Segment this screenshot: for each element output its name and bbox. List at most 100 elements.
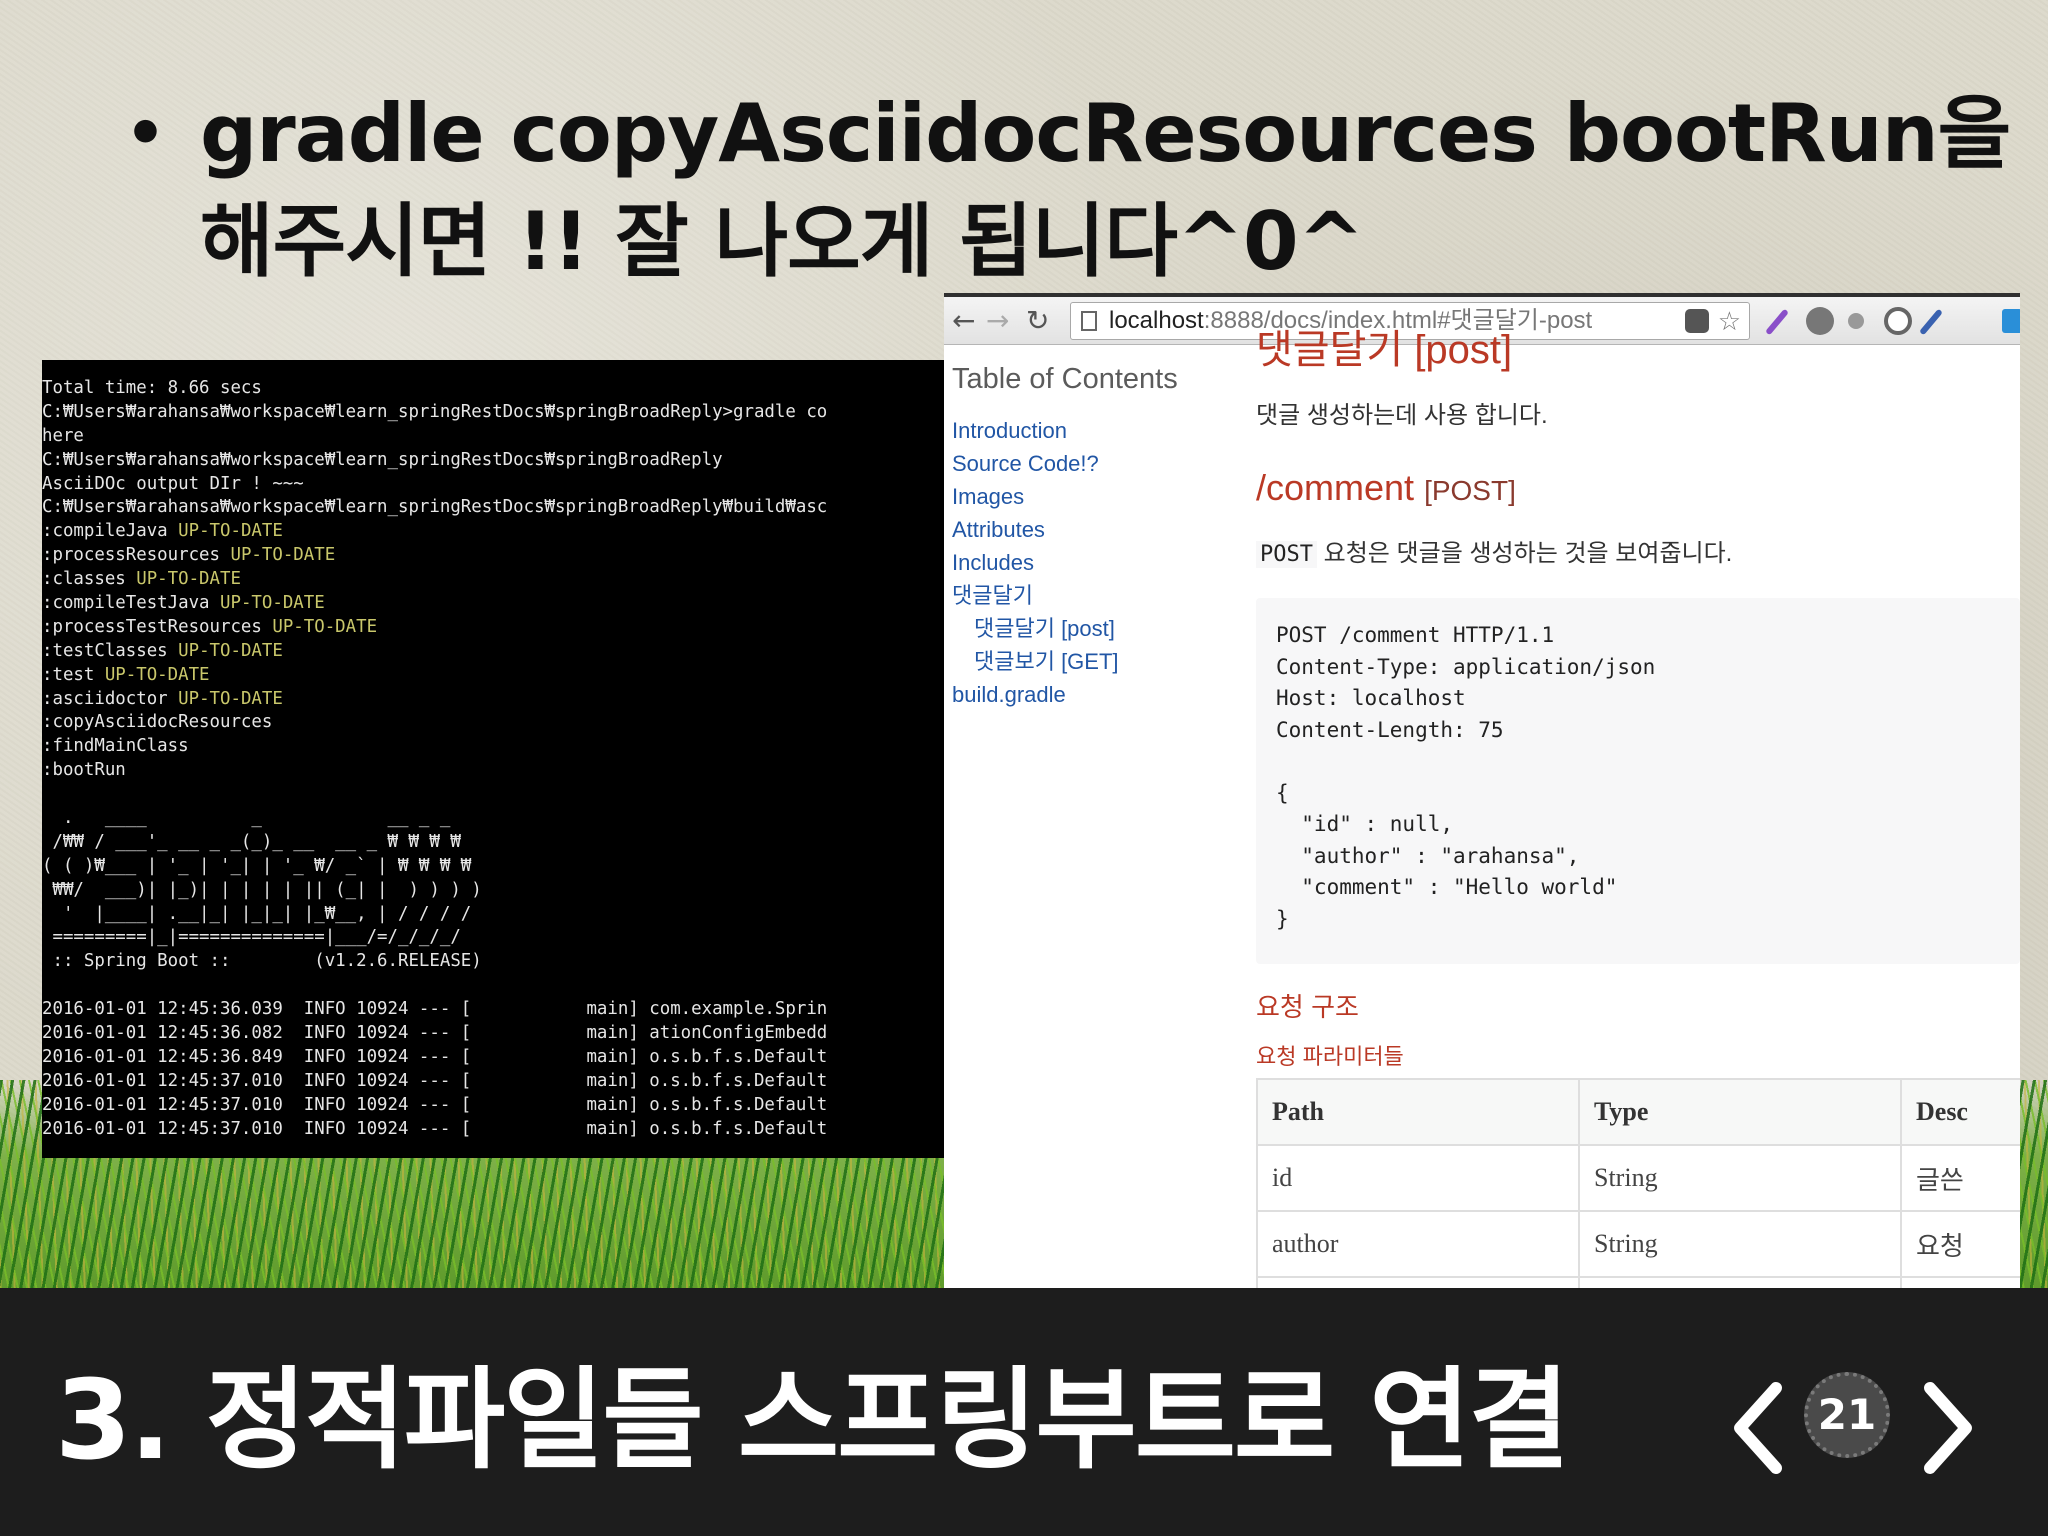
terminal-status: UP-TO-DATE	[178, 688, 283, 709]
feather-extension-icon[interactable]	[1765, 308, 1789, 336]
bookmark-star-icon[interactable]: ☆	[1718, 303, 1741, 339]
bullet: •	[125, 97, 166, 171]
terminal-window[interactable]: Total time: 8.66 secs C:₩Users₩arahansa₩w…	[42, 360, 944, 1158]
endpoint-heading: /comment [POST]	[1256, 467, 1516, 509]
terminal-line-text: :processResources	[42, 545, 231, 566]
terminal-line-text: :testClasses	[42, 640, 179, 661]
terminal-line: :compileTestJava UP-TO-DATE	[42, 592, 944, 616]
table-cell: id	[1256, 1144, 1580, 1212]
terminal-line: :findMainClass	[42, 735, 944, 759]
listing-line: Host: localhost	[1276, 686, 1466, 710]
terminal-line-text: :bootRun	[42, 760, 126, 781]
terminal-line: :processTestResources UP-TO-DATE	[42, 616, 944, 640]
listing-line: {	[1276, 780, 1289, 805]
request-structure-heading: 요청 구조	[1256, 992, 1359, 1022]
terminal-line: /₩₩ / ___'_ __ _ _(_)_ __ __ _ ₩ ₩ ₩ ₩	[42, 831, 944, 855]
toc-link[interactable]: Source Code!?	[952, 447, 1252, 480]
column-header-path: Path	[1256, 1078, 1580, 1146]
next-slide-icon[interactable]	[1918, 1378, 1978, 1478]
toc-link[interactable]: 댓글달기 [post]	[952, 612, 1252, 645]
listing-line: Content-Type: application/json	[1276, 654, 1656, 679]
terminal-line: . ____ _ __ _ _	[42, 807, 944, 831]
reload-icon[interactable]: ↻	[1026, 303, 1049, 339]
extension-icon-4[interactable]	[1884, 307, 1912, 335]
request-parameters-heading: 요청 파라미터들	[1256, 1044, 1404, 1069]
listing-line: POST /comment HTTP/1.1	[1276, 623, 1555, 647]
page-icon	[1081, 311, 1097, 331]
column-header-desc: Desc	[1900, 1078, 2020, 1146]
terminal-line: :: Spring Boot :: (v1.2.6.RELEASE)	[42, 950, 944, 974]
terminal-line-text: 2016-01-01 12:45:36.039 INFO 10924 --- […	[42, 999, 828, 1020]
toc-link[interactable]: 댓글달기	[952, 579, 1252, 612]
terminal-status: UP-TO-DATE	[104, 664, 210, 685]
terminal-line: C:₩Users₩arahansa₩workspace₩learn_spring…	[42, 496, 944, 520]
footer-band: 3. 정적파일들 스프링부트로 연결	[0, 1288, 2048, 1536]
previous-slide-icon[interactable]	[1728, 1378, 1788, 1478]
terminal-line: =========|_|==============|___/=/_/_/_/	[42, 926, 944, 950]
table-cell: 글쓴	[1900, 1144, 2020, 1212]
extension-icon[interactable]	[1685, 309, 1709, 333]
table-row: id String 글쓴	[1256, 1144, 2020, 1212]
terminal-line-text: ( ( )₩___ | '_ | '_| | '_ ₩/ _` | ₩ ₩ ₩ …	[42, 855, 472, 876]
table-cell: String	[1578, 1210, 1902, 1278]
toc-link[interactable]: Introduction	[952, 414, 1252, 447]
terminal-line: :asciidoctor UP-TO-DATE	[42, 688, 944, 712]
table-of-contents: Table of Contents Introduction Source Cod…	[952, 363, 1252, 711]
url-host: localhost	[1109, 307, 1204, 334]
listing-line: }	[1276, 906, 1289, 931]
terminal-line-text: :asciidoctor	[42, 688, 179, 709]
terminal-line-text: ₩₩/ ___)| |_)| | | | | || (_| | ) ) ) )	[42, 879, 482, 900]
listing-line: "author" : "arahansa",	[1276, 843, 1580, 868]
toc-link[interactable]: Includes	[952, 546, 1252, 579]
listing-line	[1276, 746, 2020, 778]
terminal-line: C:₩Users₩arahansa₩workspace₩learn_spring…	[42, 401, 944, 425]
toc-link[interactable]: Attributes	[952, 513, 1252, 546]
terminal-line: :classes UP-TO-DATE	[42, 568, 944, 592]
browser-window: ← → ↻ localhost:8888/docs/index.html#댓글달…	[944, 293, 2020, 1299]
terminal-line-text: 2016-01-01 12:45:36.849 INFO 10924 --- […	[42, 1046, 828, 1067]
terminal-line-text: here	[42, 425, 84, 446]
inline-code: POST	[1256, 541, 1317, 568]
request-parameters-table: Path Type Desc id String 글쓴 author Strin…	[1256, 1078, 2020, 1299]
terminal-line: here	[42, 425, 944, 449]
section-title: 3. 정적파일들 스프링부트로 연결	[55, 1356, 1570, 1484]
toc-link[interactable]: 댓글보기 [GET]	[952, 645, 1252, 678]
forward-arrow-icon[interactable]: →	[986, 303, 1009, 339]
endpoint-method: [POST]	[1424, 475, 1516, 506]
terminal-line-text: :copyAsciidocResources	[42, 712, 273, 733]
terminal-line-text: 2016-01-01 12:45:37.010 INFO 10924 --- […	[42, 1118, 828, 1139]
endpoint-path: /comment	[1256, 467, 1415, 508]
terminal-line: :processResources UP-TO-DATE	[42, 544, 944, 568]
terminal-status: UP-TO-DATE	[220, 593, 325, 614]
terminal-status: UP-TO-DATE	[272, 616, 378, 637]
terminal-line: 2016-01-01 12:45:37.010 INFO 10924 --- […	[42, 1094, 944, 1118]
http-request-listing: POST /comment HTTP/1.1 Content-Type: appl…	[1256, 598, 2020, 964]
terminal-line: Total time: 8.66 secs	[42, 377, 944, 401]
terminal-line-text: C:₩Users₩arahansa₩workspace₩learn_spring…	[42, 401, 828, 422]
endpoint-description-text: 요청은 댓글을 생성하는 것을 보여줍니다.	[1316, 540, 1733, 567]
terminal-line-text: :processTestResources	[42, 616, 273, 637]
table-cell: 요청	[1900, 1210, 2020, 1278]
toc-link[interactable]: build.gradle	[952, 678, 1252, 711]
extension-icon-3[interactable]	[1848, 313, 1864, 329]
back-arrow-icon[interactable]: ←	[952, 303, 975, 339]
terminal-line-text: :classes	[42, 569, 137, 590]
terminal-line-text: . ____ _ __ _ _	[42, 808, 451, 829]
terminal-line: AsciiDOc output DIr ! ~~~	[42, 473, 944, 497]
terminal-line-text: :findMainClass	[42, 736, 189, 757]
terminal-status: UP-TO-DATE	[178, 640, 283, 661]
table-header-row: Path Type Desc	[1256, 1078, 2020, 1146]
table-row: author String 요청	[1256, 1210, 2020, 1278]
terminal-line: 2016-01-01 12:45:37.010 INFO 10924 --- […	[42, 1070, 944, 1094]
checkbox-extension-icon[interactable]	[2002, 309, 2020, 333]
extension-icon-2[interactable]	[1806, 307, 1834, 335]
toc-link[interactable]: Images	[952, 480, 1252, 513]
terminal-line-text: :test	[42, 664, 105, 685]
listing-line: "id" : null,	[1276, 812, 1454, 836]
pen-extension-icon[interactable]	[1919, 308, 1943, 336]
endpoint-description: POST 요청은 댓글을 생성하는 것을 보여줍니다.	[1256, 533, 1732, 568]
terminal-status: UP-TO-DATE	[230, 545, 336, 566]
terminal-line: 2016-01-01 12:45:37.010 INFO 10924 --- […	[42, 1118, 944, 1142]
